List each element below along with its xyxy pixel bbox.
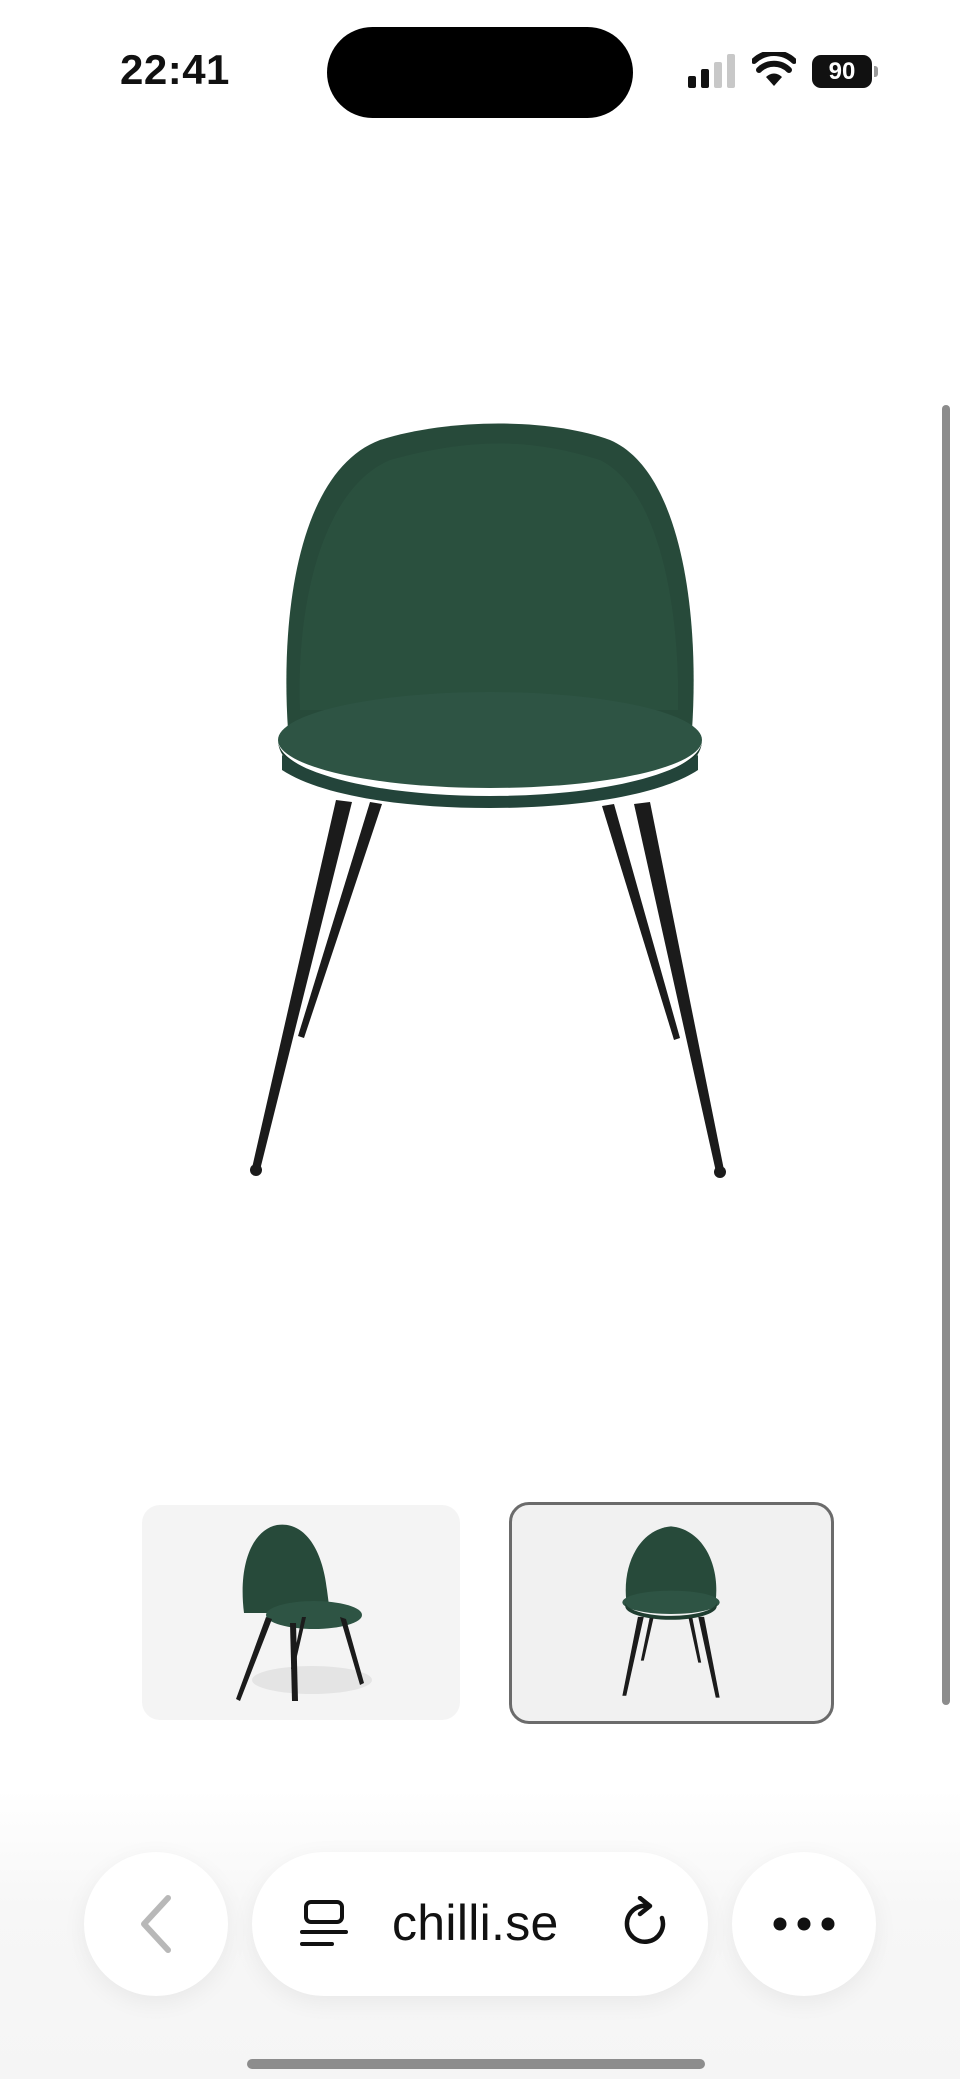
status-bar: 22:41 90 xyxy=(0,0,960,140)
address-bar[interactable]: chilli.se xyxy=(252,1852,708,1996)
battery-icon: 90 xyxy=(812,55,878,88)
home-indicator[interactable] xyxy=(247,2059,705,2069)
wifi-icon xyxy=(752,52,796,86)
chair-front-thumbnail-image xyxy=(622,1526,720,1698)
more-dots-icon xyxy=(773,1917,835,1931)
reader-view-icon[interactable] xyxy=(300,1898,348,1950)
dynamic-island xyxy=(327,27,633,118)
reload-icon[interactable] xyxy=(618,1896,674,1952)
status-time: 22:41 xyxy=(120,46,230,93)
battery-level: 90 xyxy=(812,55,872,88)
green-velvet-chair-front-image[interactable] xyxy=(230,410,750,1190)
chair-angled-thumbnail-image xyxy=(236,1524,372,1701)
battery-tip xyxy=(874,66,878,77)
thumbnail-front-view-selected[interactable] xyxy=(509,1502,834,1724)
address-text[interactable]: chilli.se xyxy=(392,1894,559,1952)
back-button[interactable] xyxy=(84,1852,228,1996)
cellular-signal-icon xyxy=(688,54,735,88)
more-button[interactable] xyxy=(732,1852,876,1996)
chevron-left-icon xyxy=(141,1895,171,1953)
thumbnail-angled-view[interactable] xyxy=(142,1505,460,1720)
page-scrollbar[interactable] xyxy=(942,405,950,1705)
